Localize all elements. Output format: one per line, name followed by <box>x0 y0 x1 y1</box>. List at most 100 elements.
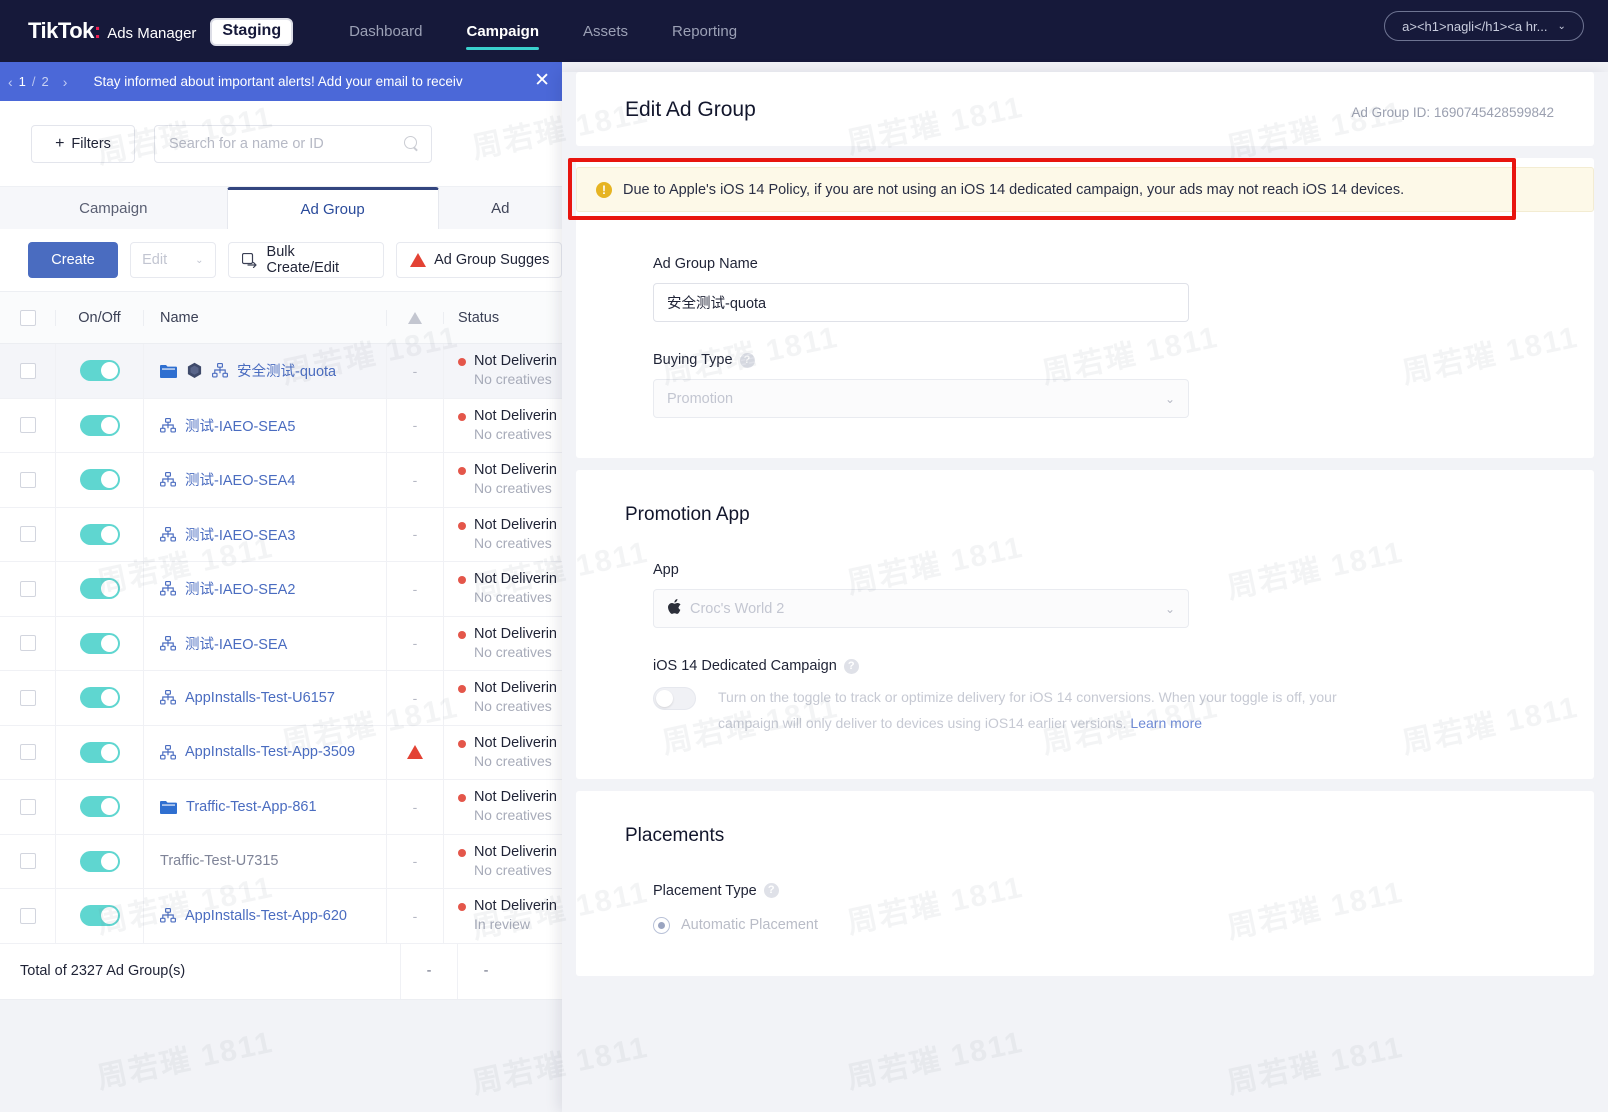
row-name-label[interactable]: 测试-IAEO-SEA4 <box>185 469 295 490</box>
row-name-cell: AppInstalls-Test-App-620 <box>144 889 387 943</box>
bulk-create-edit-button[interactable]: Bulk Create/Edit <box>228 242 385 278</box>
row-warning-empty: - <box>413 581 418 597</box>
help-icon[interactable]: ? <box>764 883 779 898</box>
help-icon[interactable]: ? <box>740 353 755 368</box>
row-name-label[interactable]: 安全测试-quota <box>237 360 336 381</box>
search-box[interactable] <box>154 125 432 163</box>
row-name-label[interactable]: 测试-IAEO-SEA <box>185 633 287 654</box>
row-checkbox[interactable] <box>20 690 36 706</box>
account-selector[interactable]: a><h1>nagli</h1><a hr... ⌄ <box>1384 11 1584 41</box>
nav-item-reporting[interactable]: Reporting <box>672 0 737 62</box>
table-row[interactable]: 测试-IAEO-SEA-Not DeliverinNo creatives <box>0 617 562 672</box>
table-row[interactable]: Traffic-Test-U7315-Not DeliverinNo creat… <box>0 835 562 890</box>
row-name-label[interactable]: Traffic-Test-App-861 <box>186 799 317 815</box>
help-icon[interactable]: ? <box>844 659 859 674</box>
header-name: Name <box>144 310 387 326</box>
chevron-down-icon: ⌄ <box>1165 392 1175 406</box>
nav-item-dashboard[interactable]: Dashboard <box>349 0 422 62</box>
table-row[interactable]: 测试-IAEO-SEA5-Not DeliverinNo creatives <box>0 399 562 454</box>
row-toggle[interactable] <box>80 633 120 654</box>
row-toggle[interactable] <box>80 796 120 817</box>
ios14-policy-alert: ! Due to Apple's iOS 14 Policy, if you a… <box>576 167 1594 212</box>
row-toggle[interactable] <box>80 469 120 490</box>
ad-group-suggestions-button[interactable]: Ad Group Sugges <box>396 242 562 278</box>
row-checkbox[interactable] <box>20 581 36 597</box>
row-name-label[interactable]: 测试-IAEO-SEA3 <box>185 524 295 545</box>
row-toggle[interactable] <box>80 360 120 381</box>
staging-badge: Staging <box>210 18 293 45</box>
edit-ad-group-drawer: Edit Ad Group Ad Group ID: 1690745428599… <box>562 72 1608 1112</box>
ios14-toggle[interactable] <box>653 687 696 710</box>
table-row[interactable]: AppInstalls-Test-U6157-Not DeliverinNo c… <box>0 671 562 726</box>
nav-item-campaign[interactable]: Campaign <box>466 0 539 62</box>
ad-group-name-field: Ad Group Name 安全测试-quota <box>576 256 1594 322</box>
create-button[interactable]: Create <box>28 242 118 278</box>
banner-next-icon[interactable]: › <box>63 74 68 90</box>
folder-icon <box>160 364 177 378</box>
row-name-label[interactable]: 测试-IAEO-SEA2 <box>185 578 295 599</box>
row-checkbox[interactable] <box>20 472 36 488</box>
status-dot-icon <box>458 849 466 857</box>
tab-ad-group[interactable]: Ad Group <box>227 187 439 229</box>
row-toggle[interactable] <box>80 905 120 926</box>
row-warning-icon[interactable] <box>407 745 423 759</box>
edit-dropdown-button[interactable]: Edit ⌄ <box>130 242 215 278</box>
nav-links: Dashboard Campaign Assets Reporting <box>349 0 781 62</box>
placements-title: Placements <box>576 825 1594 847</box>
banner-total-pages: 2 <box>42 74 49 89</box>
row-onoff-cell <box>56 344 144 398</box>
row-toggle[interactable] <box>80 415 120 436</box>
brand-logo[interactable]: TikTok: Ads Manager <box>28 18 196 44</box>
tab-campaign[interactable]: Campaign <box>0 187 227 229</box>
table-row[interactable]: 测试-IAEO-SEA2-Not DeliverinNo creatives <box>0 562 562 617</box>
tab-ad[interactable]: Ad <box>439 187 562 229</box>
row-checkbox[interactable] <box>20 744 36 760</box>
row-status-cell: Not DeliverinNo creatives <box>444 726 562 780</box>
row-onoff-cell <box>56 617 144 671</box>
row-name-cell: 安全测试-quota <box>144 344 387 398</box>
automatic-placement-radio[interactable] <box>653 917 670 934</box>
brand-colon: : <box>94 18 101 44</box>
row-checkbox[interactable] <box>20 853 36 869</box>
close-icon[interactable]: ✕ <box>534 71 550 90</box>
table-row[interactable]: 安全测试-quota-Not DeliverinNo creatives <box>0 344 562 399</box>
search-input[interactable] <box>167 135 404 153</box>
row-toggle[interactable] <box>80 851 120 872</box>
learn-more-link[interactable]: Learn more <box>1130 715 1202 731</box>
row-toggle[interactable] <box>80 687 120 708</box>
org-icon <box>160 908 176 923</box>
filters-button[interactable]: + Filters <box>31 125 135 163</box>
app-select[interactable]: Croc's World 2 ⌄ <box>653 589 1189 628</box>
row-name-label[interactable]: AppInstalls-Test-App-620 <box>185 908 347 924</box>
app-field: App Croc's World 2 ⌄ <box>576 562 1594 628</box>
buying-type-select[interactable]: Promotion ⌄ <box>653 379 1189 418</box>
banner-prev-icon[interactable]: ‹ <box>8 74 13 90</box>
row-status-label: Not Deliverin <box>474 844 557 860</box>
row-toggle[interactable] <box>80 742 120 763</box>
row-substatus-label: No creatives <box>474 480 552 496</box>
row-onoff-cell <box>56 726 144 780</box>
row-checkbox[interactable] <box>20 363 36 379</box>
nav-item-assets[interactable]: Assets <box>583 0 628 62</box>
ad-group-name-input[interactable]: 安全测试-quota <box>653 283 1189 322</box>
table-row[interactable]: Traffic-Test-App-861-Not DeliverinNo cre… <box>0 780 562 835</box>
row-checkbox[interactable] <box>20 417 36 433</box>
row-name-label[interactable]: AppInstalls-Test-U6157 <box>185 690 335 706</box>
row-checkbox[interactable] <box>20 908 36 924</box>
table-row[interactable]: AppInstalls-Test-App-3509 Not DeliverinNo… <box>0 726 562 781</box>
row-warning-cell <box>387 726 444 780</box>
automatic-placement-option[interactable]: Automatic Placement <box>576 917 1594 934</box>
table-row[interactable]: 测试-IAEO-SEA3-Not DeliverinNo creatives <box>0 508 562 563</box>
row-checkbox[interactable] <box>20 526 36 542</box>
row-name-label[interactable]: 测试-IAEO-SEA5 <box>185 415 295 436</box>
table-row[interactable]: 测试-IAEO-SEA4-Not DeliverinNo creatives <box>0 453 562 508</box>
row-toggle[interactable] <box>80 524 120 545</box>
row-status-label: Not Deliverin <box>474 571 557 587</box>
row-name-label[interactable]: AppInstalls-Test-App-3509 <box>185 744 355 760</box>
row-checkbox[interactable] <box>20 635 36 651</box>
row-toggle[interactable] <box>80 578 120 599</box>
top-navbar: TikTok: Ads Manager Staging Dashboard Ca… <box>0 0 1608 62</box>
table-row[interactable]: AppInstalls-Test-App-620-Not DeliverinIn… <box>0 889 562 944</box>
row-checkbox[interactable] <box>20 799 36 815</box>
select-all-checkbox[interactable] <box>20 310 36 326</box>
